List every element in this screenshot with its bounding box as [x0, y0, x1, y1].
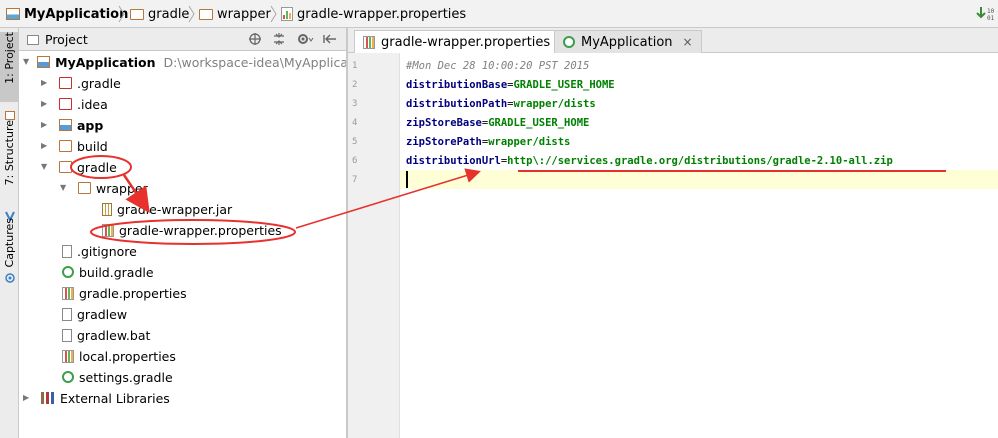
caret-row-highlight	[400, 170, 998, 189]
module-folder-icon	[59, 119, 72, 131]
line-number: 4	[352, 117, 358, 128]
tree-item-gitignore[interactable]: .gitignore	[62, 241, 137, 261]
tab-gradle-wrapper-properties[interactable]: gradle-wrapper.properties ×	[354, 30, 580, 54]
tree-item-gradlew[interactable]: gradlew	[62, 304, 127, 324]
code-line[interactable]: zipStoreBase = GRADLE_USER_HOME	[406, 113, 589, 132]
tree-item-external-libraries[interactable]: ▶ External Libraries	[23, 388, 170, 408]
properties-icon	[281, 7, 293, 21]
collapse-all-icon[interactable]	[272, 32, 286, 46]
expanded-arrow-icon[interactable]: ▼	[60, 183, 70, 193]
tree-item-wrapper[interactable]: ▼ wrapper	[60, 178, 148, 198]
hide-panel-icon[interactable]	[322, 32, 340, 46]
project-view-selector[interactable]: Project	[27, 31, 88, 48]
expanded-arrow-icon[interactable]: ▼	[41, 162, 51, 172]
close-tab-icon[interactable]: ×	[683, 35, 693, 49]
properties-icon	[62, 286, 74, 300]
tree-item-idea[interactable]: ▶ .idea	[41, 94, 108, 114]
tree-item-gradle[interactable]: ▼ gradle	[41, 157, 117, 177]
folder-icon	[130, 8, 144, 20]
breadcrumb-gradle-wrapper-properties[interactable]: gradle-wrapper.properties	[281, 5, 466, 23]
line-number: 3	[352, 98, 358, 109]
gradle-icon	[62, 371, 74, 383]
file-icon	[62, 244, 72, 258]
view-icon	[27, 34, 39, 45]
captures-icon	[0, 272, 19, 288]
tree-item-build-gradle[interactable]: build.gradle	[62, 262, 154, 282]
breadcrumb-separator-icon	[118, 5, 125, 23]
line-number: 7	[352, 174, 358, 185]
project-folder-icon	[37, 56, 51, 68]
properties-icon	[62, 349, 74, 363]
breadcrumb-myapplication[interactable]: MyApplication	[6, 5, 128, 23]
project-folder-icon	[6, 8, 20, 20]
folder-icon	[59, 140, 72, 152]
collapsed-arrow-icon[interactable]: ▶	[41, 120, 51, 130]
folder-icon	[59, 161, 72, 173]
scroll-from-source-icon[interactable]	[248, 32, 262, 46]
gradle-icon	[62, 266, 74, 278]
navigation-bar: MyApplication gradle wrapper gradle-wrap…	[0, 0, 998, 28]
folder-icon	[78, 182, 91, 194]
tree-item-build[interactable]: ▶ build	[41, 136, 108, 156]
tree-item-gradlew-bat[interactable]: gradlew.bat	[62, 325, 150, 345]
jar-icon	[102, 202, 112, 216]
collapsed-arrow-icon[interactable]: ▶	[41, 78, 51, 88]
line-number: 6	[352, 155, 358, 166]
code-line[interactable]: zipStorePath = wrapper/dists	[406, 132, 570, 151]
tree-item-settings-gradle[interactable]: settings.gradle	[62, 367, 173, 387]
tab-myapplication[interactable]: MyApplication ×	[554, 30, 702, 53]
project-panel-header: Project	[19, 28, 346, 51]
breadcrumb-gradle[interactable]: gradle	[130, 5, 189, 23]
folder-icon	[59, 77, 72, 89]
collapsed-arrow-icon[interactable]: ▶	[41, 141, 51, 151]
code-line[interactable]: distributionUrl = http\://services.gradle.…	[406, 151, 893, 170]
text-caret	[406, 171, 408, 188]
tree-item-gradle-dir[interactable]: ▶ .gradle	[41, 73, 121, 93]
svg-text:10: 10	[987, 8, 995, 15]
breadcrumb-separator-icon	[188, 5, 195, 23]
properties-icon	[102, 223, 114, 237]
code-line[interactable]: distributionPath = wrapper/dists	[406, 94, 596, 113]
ide-window: MyApplication gradle wrapper gradle-wrap…	[0, 0, 998, 438]
folder-icon	[199, 8, 213, 20]
navbar-action-icon[interactable]: 10 01	[976, 5, 996, 23]
collapsed-arrow-icon[interactable]: ▶	[23, 393, 33, 403]
tree-item-gradle-wrapper-jar[interactable]: gradle-wrapper.jar	[102, 199, 232, 219]
line-number: 5	[352, 136, 358, 147]
settings-gear-icon[interactable]	[297, 32, 315, 46]
file-icon	[62, 328, 72, 342]
code-line[interactable]: distributionBase = GRADLE_USER_HOME	[406, 75, 615, 94]
breadcrumb-separator-icon	[270, 5, 277, 23]
line-number: 2	[352, 79, 358, 90]
code-line[interactable]: #Mon Dec 28 10:00:20 PST 2015	[406, 56, 589, 75]
libraries-icon	[41, 392, 55, 404]
tree-item-myapplication[interactable]: ▼ MyApplication D:\workspace-idea\MyAppl…	[23, 52, 364, 72]
tree-item-gradle-wrapper-properties[interactable]: gradle-wrapper.properties	[102, 220, 282, 240]
line-number: 1	[352, 60, 358, 71]
structure-tool-tab[interactable]: 7: Structure	[0, 120, 19, 210]
file-icon	[62, 307, 72, 321]
captures-tool-tab[interactable]: Captures	[0, 218, 19, 278]
properties-icon	[363, 36, 375, 49]
tree-item-app[interactable]: ▶ app	[41, 115, 103, 135]
editor-tab-bar: gradle-wrapper.properties × MyApplicatio…	[348, 28, 998, 54]
tree-item-local-properties[interactable]: local.properties	[62, 346, 176, 366]
breadcrumb-wrapper[interactable]: wrapper	[199, 5, 271, 23]
svg-text:01: 01	[987, 15, 995, 22]
gradle-icon	[563, 36, 575, 48]
project-tool-tab[interactable]: 1: Project	[0, 32, 19, 102]
tree-item-gradle-properties[interactable]: gradle.properties	[62, 283, 187, 303]
expanded-arrow-icon[interactable]: ▼	[23, 57, 29, 67]
collapsed-arrow-icon[interactable]: ▶	[41, 99, 51, 109]
folder-icon	[59, 98, 72, 110]
download-sources-icon: 10 01	[976, 7, 995, 22]
tool-window-stripe: 1: Project 7: Structure Captures	[0, 28, 19, 438]
